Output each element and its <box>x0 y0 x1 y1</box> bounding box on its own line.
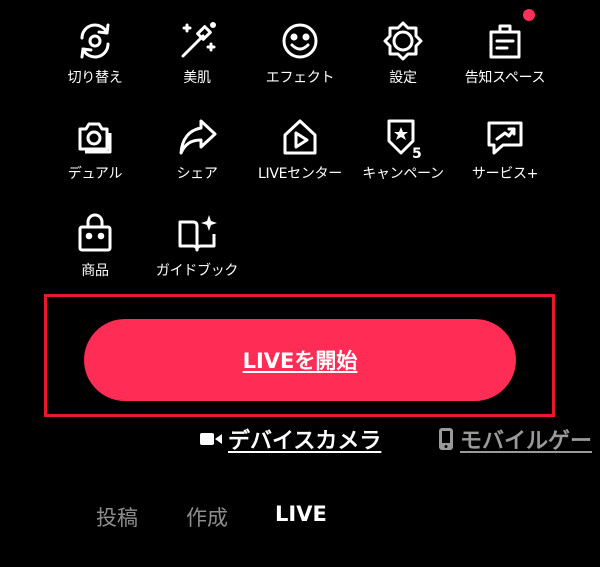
start-live-button[interactable]: LIVEを開始 <box>84 319 516 401</box>
tool-label: 設定 <box>389 70 417 86</box>
tool-label: 告知スペース <box>464 70 546 86</box>
tool-label: デュアル <box>67 166 123 182</box>
tool-label: サービス+ <box>471 166 539 182</box>
gear-icon <box>381 19 425 63</box>
tool-effect[interactable]: エフェクト <box>245 19 355 87</box>
tool-label: キャンペーン <box>362 166 444 182</box>
tab-create[interactable]: 作成 <box>186 502 228 532</box>
campaign-badge-icon: 5 <box>381 115 425 159</box>
tool-switch-camera[interactable]: 切り替え <box>40 19 150 87</box>
tool-label: 切り替え <box>67 70 123 86</box>
tab-live[interactable]: LIVE <box>275 502 327 526</box>
tool-label: LIVEセンター <box>258 166 342 182</box>
tool-beauty[interactable]: 美肌 <box>142 19 252 87</box>
tool-share[interactable]: シェア <box>142 115 252 183</box>
tool-label: ガイドブック <box>155 263 239 279</box>
tool-live-center[interactable]: LIVEセンター <box>245 115 355 183</box>
notification-dot <box>523 9 535 21</box>
shopping-bag-icon <box>73 212 117 256</box>
campaign-count: 5 <box>412 146 422 159</box>
video-camera-icon <box>200 433 222 445</box>
smiley-icon <box>278 19 322 63</box>
source-mobile-game[interactable]: モバイルゲー <box>438 423 592 455</box>
tool-dual[interactable]: デュアル <box>40 115 150 183</box>
magic-wand-icon <box>175 19 219 63</box>
tool-label: シェア <box>176 166 218 182</box>
phone-icon <box>439 428 453 450</box>
service-chat-icon <box>483 115 527 159</box>
camera-switch-icon <box>73 19 117 63</box>
share-arrow-icon <box>175 115 219 159</box>
source-device-camera[interactable]: デバイスカメラ <box>200 423 381 455</box>
tab-post[interactable]: 投稿 <box>96 502 138 532</box>
tool-guidebook[interactable]: ガイドブック <box>142 212 252 280</box>
live-center-house-icon <box>278 115 322 159</box>
tool-label: エフェクト <box>265 70 335 86</box>
source-label: モバイルゲー <box>460 429 593 454</box>
start-live-label: LIVEを開始 <box>242 349 358 373</box>
notice-board-icon <box>483 19 527 63</box>
tool-label: 商品 <box>81 263 109 279</box>
tool-products[interactable]: 商品 <box>40 212 150 280</box>
tool-label: 美肌 <box>183 70 211 86</box>
tool-notice-space[interactable]: 告知スペース <box>450 19 560 87</box>
source-label: デバイスカメラ <box>228 429 382 454</box>
tool-settings[interactable]: 設定 <box>348 19 458 87</box>
tool-campaign[interactable]: 5 キャンペーン <box>348 115 458 183</box>
guidebook-icon <box>175 212 219 256</box>
dual-camera-icon <box>73 115 117 159</box>
tool-service-plus[interactable]: サービス+ <box>450 115 560 183</box>
